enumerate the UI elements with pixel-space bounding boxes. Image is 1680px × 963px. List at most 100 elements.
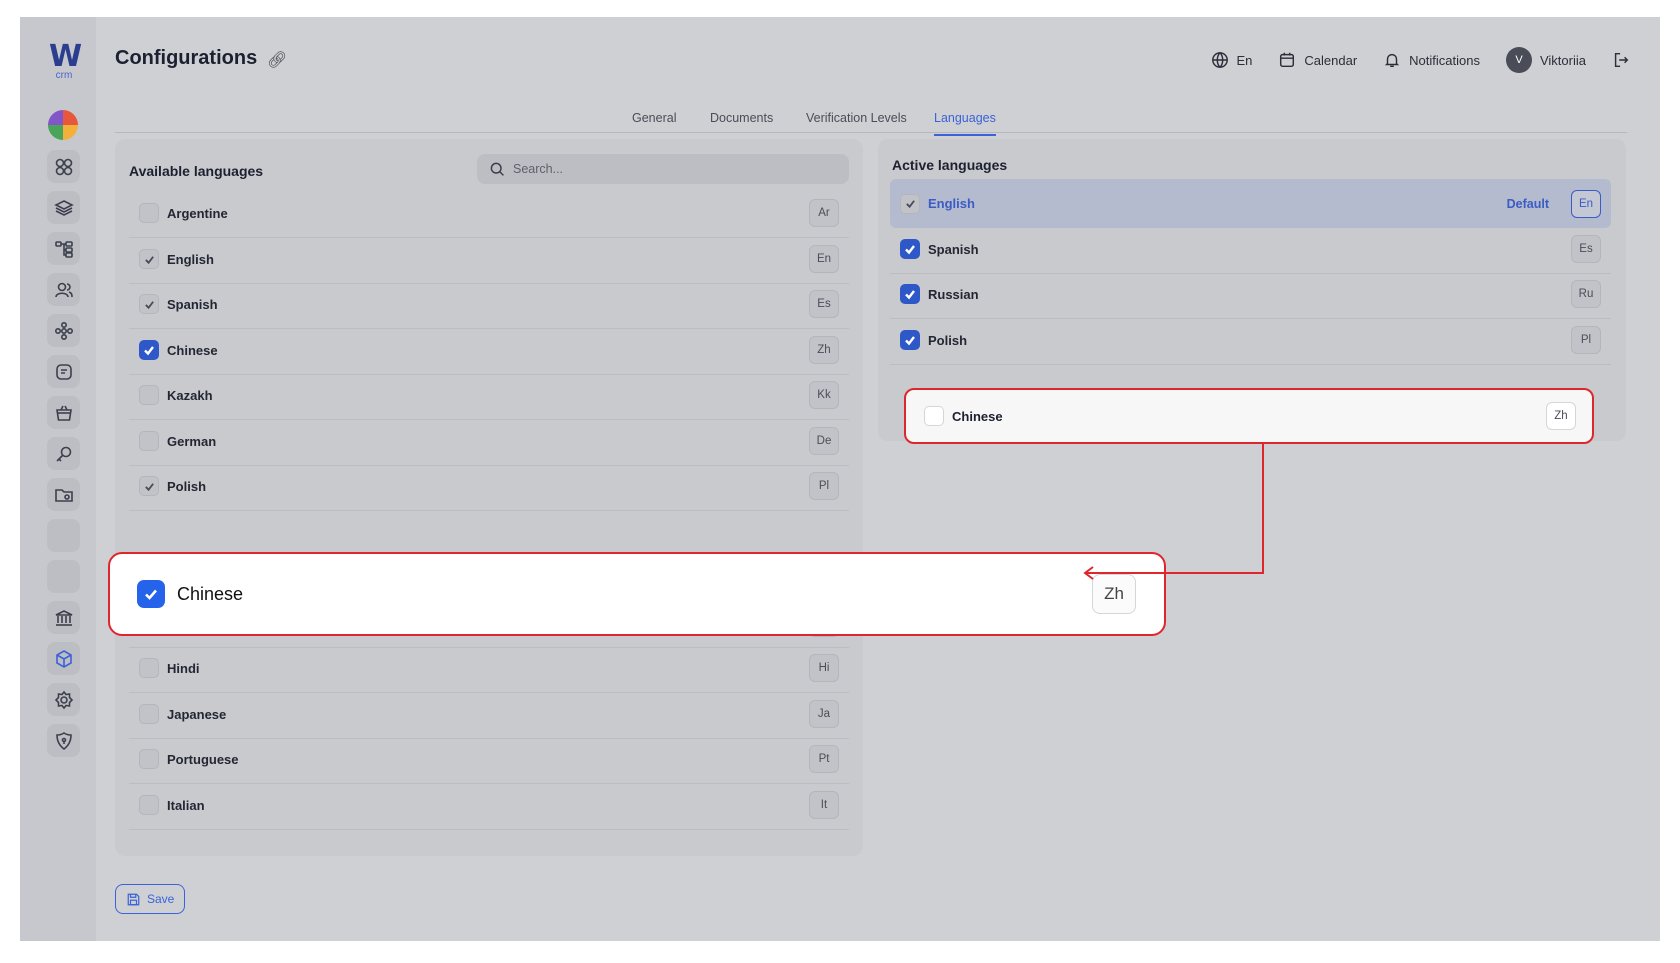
globe-icon xyxy=(1211,52,1228,68)
checkbox[interactable] xyxy=(139,795,159,815)
logo-mark: W xyxy=(48,39,82,74)
callout-language-code: Zh xyxy=(1092,574,1136,614)
language-name: Kazakh xyxy=(167,387,213,403)
checkbox-ticked[interactable] xyxy=(900,193,920,214)
list-item[interactable]: Chinese Zh xyxy=(129,326,849,375)
sidebar-cube-icon[interactable] xyxy=(47,642,80,675)
checkbox[interactable] xyxy=(139,385,159,405)
language-code-badge: Pl xyxy=(1571,326,1601,354)
bell-icon xyxy=(1385,53,1400,68)
checkbox[interactable] xyxy=(139,704,159,724)
list-item[interactable]: Spanish Es xyxy=(129,280,849,329)
sidebar-blank-icon-2[interactable] xyxy=(47,560,80,593)
save-label: Save xyxy=(147,892,175,906)
language-code-badge: Zh xyxy=(809,336,839,364)
checkbox-ticked[interactable] xyxy=(139,476,159,496)
list-item[interactable]: English En xyxy=(129,235,849,284)
list-item[interactable]: Italian It xyxy=(129,781,849,830)
sidebar-dashboard-icon[interactable] xyxy=(47,150,80,183)
brand-pie-icon[interactable] xyxy=(48,110,78,140)
language-code-badge: Pt xyxy=(809,745,839,773)
available-languages-panel: Available languages Search... Argentine A… xyxy=(115,139,863,856)
tab-languages[interactable]: Languages xyxy=(934,111,996,136)
logout-button[interactable] xyxy=(1612,51,1630,69)
sidebar-shield-icon[interactable] xyxy=(47,724,80,757)
sidebar-settings-icon[interactable] xyxy=(47,683,80,716)
notifications-button[interactable]: Notifications xyxy=(1383,51,1480,69)
language-name: Chinese xyxy=(167,342,218,358)
checkbox-checked[interactable] xyxy=(900,330,920,350)
check-icon xyxy=(905,245,915,255)
language-code-badge: Kk xyxy=(809,381,839,409)
language-name: Japanese xyxy=(167,706,227,722)
checkbox-ticked[interactable] xyxy=(139,249,159,269)
language-code-badge: Ja xyxy=(809,700,839,728)
calendar-label: Calendar xyxy=(1304,52,1358,68)
sidebar-hierarchy-icon[interactable] xyxy=(47,232,80,265)
language-code-badge: En xyxy=(809,245,839,273)
list-item[interactable]: Argentine Ar xyxy=(129,189,849,238)
sidebar-bank-icon[interactable] xyxy=(47,601,80,634)
checkbox-checked[interactable] xyxy=(137,580,165,608)
sidebar-notes-icon[interactable] xyxy=(47,355,80,388)
checkbox[interactable] xyxy=(139,203,159,223)
sidebar-users-icon[interactable] xyxy=(47,273,80,306)
checkbox[interactable] xyxy=(139,749,159,769)
search-icon xyxy=(490,162,504,176)
checkbox-checked[interactable] xyxy=(900,239,920,259)
check-icon xyxy=(145,589,157,600)
active-row[interactable]: Russian Ru xyxy=(890,270,1611,319)
sidebar-blank-icon-1[interactable] xyxy=(47,519,80,552)
language-switcher[interactable]: En xyxy=(1211,51,1252,69)
list-item[interactable]: Polish Pl xyxy=(129,462,849,511)
list-item[interactable]: Japanese Ja xyxy=(129,690,849,739)
checkbox-checked[interactable] xyxy=(900,284,920,304)
active-row[interactable]: Spanish Es xyxy=(890,225,1611,274)
sidebar-folder-icon[interactable] xyxy=(47,478,80,511)
app-frame: W crm Configurations 🔗︎ En Calendar Noti… xyxy=(20,17,1660,941)
language-code-badge: De xyxy=(809,427,839,455)
list-item[interactable]: Kazakh Kk xyxy=(129,371,849,420)
language-name: Argentine xyxy=(167,205,228,221)
callout-language-name: Chinese xyxy=(177,583,244,604)
save-button[interactable]: Save xyxy=(115,884,186,914)
page-title: Configurations xyxy=(115,47,258,69)
tabs-bar: General Documents Verification Levels La… xyxy=(115,91,1627,136)
active-row-default[interactable]: English Default En xyxy=(890,179,1611,228)
tab-documents[interactable]: Documents xyxy=(710,111,773,134)
checkbox-checked[interactable] xyxy=(139,340,159,360)
sidebar-key-icon[interactable] xyxy=(47,437,80,470)
checkbox[interactable] xyxy=(139,658,159,678)
sidebar-layers-icon[interactable] xyxy=(47,191,80,224)
language-code-badge: Hi xyxy=(809,654,839,682)
checkbox[interactable] xyxy=(139,431,159,451)
tab-verification-levels[interactable]: Verification Levels xyxy=(806,111,907,134)
active-languages-title: Active languages xyxy=(892,157,1008,173)
checkbox[interactable] xyxy=(924,406,944,426)
list-item[interactable]: Portuguese Pt xyxy=(129,735,849,784)
language-code-badge: Ru xyxy=(1571,280,1601,308)
language-name: Italian xyxy=(167,797,205,813)
language-name: German xyxy=(167,433,217,449)
check-icon xyxy=(144,255,154,264)
language-name: English xyxy=(167,251,214,267)
link-icon[interactable]: 🔗︎ xyxy=(267,50,287,70)
tab-general[interactable]: General xyxy=(632,111,676,134)
user-menu[interactable]: V Viktoriia xyxy=(1505,47,1586,73)
logout-icon xyxy=(1614,52,1629,68)
sidebar-network-icon[interactable] xyxy=(47,314,80,347)
calendar-button[interactable]: Calendar xyxy=(1278,51,1357,69)
language-name: Portuguese xyxy=(167,751,239,767)
search-input[interactable]: Search... xyxy=(477,154,849,184)
language-code-badge: Es xyxy=(1571,235,1601,263)
app-logo[interactable]: W crm xyxy=(44,39,84,81)
language-name: Polish xyxy=(167,478,207,494)
list-item[interactable]: Hindi Hi xyxy=(129,644,849,693)
zoom-callout[interactable]: Chinese Zh xyxy=(108,552,1166,636)
sidebar: W crm xyxy=(20,17,96,941)
sidebar-basket-icon[interactable] xyxy=(47,396,80,429)
checkbox-ticked[interactable] xyxy=(139,294,159,314)
active-row[interactable]: Polish Pl xyxy=(890,316,1611,365)
active-row-highlighted[interactable]: Chinese Zh xyxy=(904,388,1594,444)
list-item[interactable]: German De xyxy=(129,417,849,466)
